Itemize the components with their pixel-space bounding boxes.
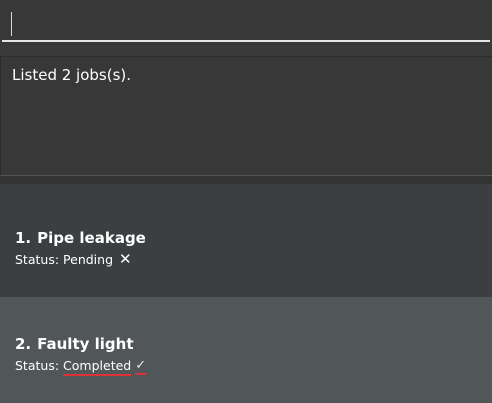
status-value: Pending (63, 252, 114, 267)
app-window: Listed 2 jobs(s). 1. Pipe leakage Status:… (0, 0, 492, 403)
result-message: Listed 2 jobs(s). (12, 66, 132, 84)
job-card[interactable]: 2. Faulty light Status: Completed ✓ (0, 297, 492, 403)
status-label: Status: (15, 358, 60, 373)
panel-separator (0, 176, 492, 184)
job-card[interactable]: 1. Pipe leakage Status: Pending ✕ (0, 191, 492, 297)
job-title: 1. Pipe leakage (15, 229, 146, 247)
result-display[interactable]: Listed 2 jobs(s). (0, 56, 492, 176)
cross-icon: ✕ (119, 250, 132, 268)
job-name: Pipe leakage (37, 229, 146, 247)
job-status: Status: Completed ✓ (15, 358, 146, 373)
job-index: 1. (15, 229, 32, 247)
job-status: Status: Pending ✕ (15, 250, 132, 268)
job-title: 2. Faulty light (15, 335, 134, 353)
job-list[interactable]: 1. Pipe leakage Status: Pending ✕ 2. Fault… (0, 184, 492, 403)
command-input[interactable] (2, 4, 490, 42)
job-index: 2. (15, 335, 32, 353)
command-box (0, 0, 492, 46)
text-caret (11, 12, 12, 36)
status-value: Completed (63, 358, 132, 373)
job-name: Faulty light (37, 335, 134, 353)
check-icon: ✓ (135, 358, 147, 373)
status-label: Status: (15, 252, 60, 267)
